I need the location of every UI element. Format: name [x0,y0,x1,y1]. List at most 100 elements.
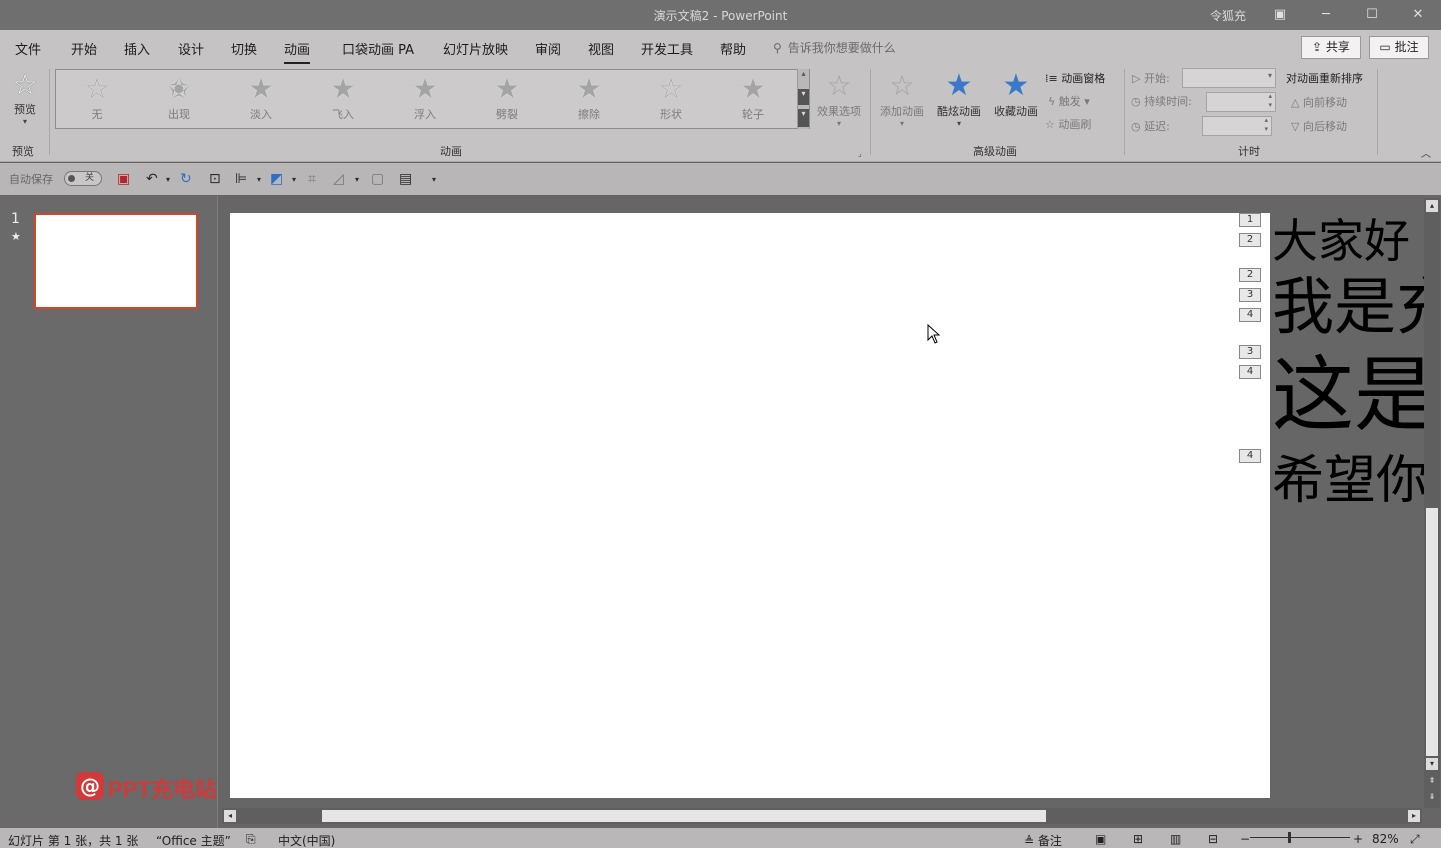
selection-pane-icon[interactable]: ▤ [399,171,412,187]
offslide-textbox[interactable]: 我是充 [1272,272,1424,342]
previous-slide-icon[interactable]: ⇞ [1426,776,1438,788]
save-icon[interactable]: ▣ [117,171,130,187]
reading-view-icon[interactable]: ▥ [1170,832,1181,846]
animation-order-tag[interactable]: 2 [1239,268,1261,282]
more-animations-icon[interactable]: ▾ [798,109,809,127]
scroll-thumb[interactable] [1426,508,1438,756]
customize-qat-icon[interactable]: ▾ [432,175,436,184]
tab-design[interactable]: 设计 [178,39,204,58]
offslide-textbox[interactable]: 希望你 [1272,450,1424,512]
collapse-ribbon-icon[interactable]: ︿ [1421,145,1431,160]
animation-order-tag[interactable]: 4 [1239,365,1261,379]
notes-button[interactable]: ≜ 备注 [1024,832,1062,848]
tell-me-search[interactable]: ⚲ 告诉我你想要做什么 [773,39,896,56]
animation-float-in[interactable]: ★ 浮入 [384,72,466,128]
fit-to-window-icon[interactable]: ⤢ [1410,832,1420,847]
zoom-out-icon[interactable]: − [1240,832,1250,846]
animation-order-tag[interactable]: 3 [1239,345,1261,359]
tab-file[interactable]: 文件 [15,39,41,58]
start-from-beginning-icon[interactable]: ⊡ [209,171,221,187]
tab-developer[interactable]: 开发工具 [641,39,693,58]
chevron-right-icon[interactable]: ▸ [1408,810,1420,822]
close-button[interactable]: ✕ [1407,4,1429,26]
spinner-arrows-icon[interactable]: ▴ ▾ [1264,116,1268,134]
zoom-slider-thumb[interactable] [1288,832,1291,843]
chevron-down-icon[interactable]: ▾ [257,175,261,184]
effect-options-button[interactable]: ☆ 效果选项 ▾ [813,69,865,135]
maximize-button[interactable]: ☐ [1361,4,1383,26]
start-dropdown[interactable]: ▾ [1182,68,1276,88]
dialog-launcher-icon[interactable]: ⌟ [858,149,862,158]
animation-appear[interactable]: ✬ 出现 [138,72,220,128]
slide-thumbnail[interactable] [34,213,198,309]
format-painter-icon[interactable]: ◿ [333,171,344,187]
delay-spinner[interactable]: ▴ ▾ [1202,116,1272,136]
slideshow-icon[interactable]: ⊟ [1208,832,1218,846]
chevron-down-icon[interactable]: ▾ [1426,758,1438,770]
preview-button[interactable]: ☆ 预览 ▾ [8,69,42,131]
user-name[interactable]: 令狐充 [1210,7,1246,24]
chevron-down-icon[interactable]: ▾ [292,175,296,184]
gallery-scrollbar[interactable]: ▴ ▾ ▾ [797,69,809,129]
chevron-left-icon[interactable]: ◂ [224,810,236,822]
next-slide-icon[interactable]: ⇟ [1426,792,1438,804]
minimize-button[interactable]: ─ [1315,4,1337,26]
normal-view-icon[interactable]: ▣ [1095,832,1106,846]
scroll-thumb[interactable] [322,810,1046,822]
tab-animations[interactable]: 动画 [284,39,311,64]
animation-shape[interactable]: ☆ 形状 [630,72,712,128]
horizontal-scrollbar[interactable]: ◂ ▸ [222,808,1422,824]
chevron-down-icon[interactable]: ▾ [798,89,809,105]
align-icon[interactable]: ⊫ [235,171,247,187]
undo-icon[interactable]: ↶ [146,171,158,187]
zoom-slider[interactable] [1250,832,1350,843]
autosave-toggle[interactable]: 关 [64,171,102,186]
animation-order-tag[interactable]: 4 [1239,308,1261,322]
slide-sorter-icon[interactable]: ⊞ [1133,832,1143,846]
duration-spinner[interactable]: ▴ ▾ [1206,92,1276,112]
shapes-icon[interactable]: ◩ [270,171,283,187]
tab-home[interactable]: 开始 [71,39,97,58]
animation-wipe[interactable]: ★ 擦除 [548,72,630,128]
redo-icon[interactable]: ↻ [180,171,192,187]
ribbon-display-options-icon[interactable]: ▣ [1269,4,1291,26]
tab-insert[interactable]: 插入 [124,39,150,58]
animation-order-tag[interactable]: 1 [1239,213,1261,227]
offslide-textbox[interactable]: 大家好 [1272,215,1424,267]
tab-pocket-animation[interactable]: 口袋动画 PA [342,39,414,58]
animation-fade[interactable]: ★ 淡入 [220,72,302,128]
animation-painter-button[interactable]: ☆ 动画刷 [1045,116,1091,132]
move-earlier-button[interactable]: △ 向前移动 [1291,94,1347,110]
animation-none[interactable]: ☆ 无 [56,72,138,128]
group-objects-icon[interactable]: ▢ [371,171,384,187]
tab-review[interactable]: 审阅 [535,39,561,58]
animation-wheel[interactable]: ★ 轮子 [712,72,794,128]
animation-order-tag[interactable]: 3 [1239,288,1261,302]
animation-order-tag[interactable]: 2 [1239,233,1261,247]
spinner-arrows-icon[interactable]: ▴ ▾ [1268,92,1272,110]
zoom-in-icon[interactable]: + [1353,832,1363,846]
move-later-button[interactable]: ▽ 向后移动 [1291,118,1347,134]
tab-help[interactable]: 帮助 [720,39,746,58]
chevron-down-icon[interactable]: ▾ [355,175,359,184]
animation-order-tag[interactable]: 4 [1239,449,1261,463]
offslide-textbox[interactable]: 这是 [1272,348,1424,444]
tab-transitions[interactable]: 切换 [231,39,257,58]
zoom-level[interactable]: 82% [1372,832,1399,846]
crop-icon[interactable]: ⌗ [308,171,316,187]
cool-animation-button[interactable]: ★ 酷炫动画 ▾ [932,69,986,135]
add-animation-button[interactable]: ☆ 添加动画 ▾ [875,69,929,135]
animation-split[interactable]: ★ 劈裂 [466,72,548,128]
slide-canvas[interactable] [230,213,1270,798]
chevron-up-icon[interactable]: ▴ [1426,200,1438,212]
chevron-down-icon[interactable]: ▾ [166,175,170,184]
trigger-button[interactable]: ϟ 触发 ▾ [1048,93,1090,109]
chevron-up-icon[interactable]: ▴ [798,69,809,78]
animation-fly-in[interactable]: ★ 飞入 [302,72,384,128]
favorite-animation-button[interactable]: ★ 收藏动画 [989,69,1043,135]
animation-pane-button[interactable]: ⁞≡ 动画窗格 [1045,70,1105,86]
share-button[interactable]: ⇪ 共享 [1301,36,1361,59]
accessibility-icon[interactable]: ⎘ [246,832,256,847]
tab-view[interactable]: 视图 [588,39,614,58]
vertical-scrollbar[interactable]: ▴ ▾ ⇞ ⇟ [1424,198,1440,808]
